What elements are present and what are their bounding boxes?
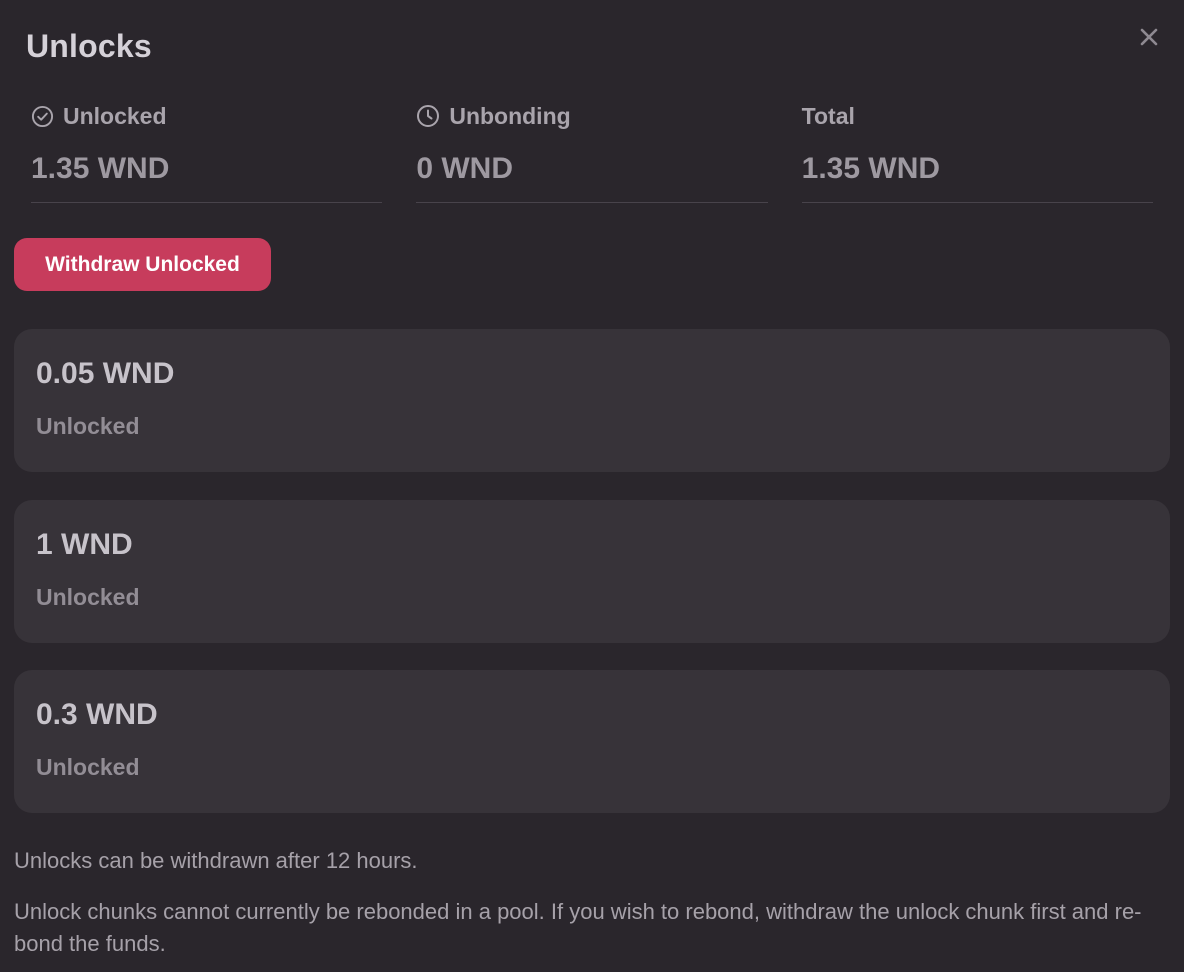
chunk-status: Unlocked <box>36 754 140 780</box>
stat-total: Total 1.35 WND <box>801 100 1153 203</box>
modal-title: Unlocks <box>26 28 152 64</box>
withdraw-unlocked-button[interactable]: Withdraw Unlocked <box>14 238 271 291</box>
close-icon <box>1140 28 1158 46</box>
close-button[interactable] <box>1134 22 1164 52</box>
withdraw-delay-note: Unlocks can be withdrawn after 12 hours. <box>14 848 418 873</box>
chunk-amount: 1 WND <box>36 528 133 561</box>
chunk-amount: 0.3 WND <box>36 698 158 731</box>
rebond-note: Unlock chunks cannot currently be rebond… <box>14 899 1142 956</box>
unlock-chunk: 0.05 WND Unlocked <box>14 329 1170 472</box>
stat-label: Unbonding <box>449 102 571 129</box>
unlock-chunk: 1 WND Unlocked <box>14 500 1170 643</box>
stat-label: Total <box>801 102 855 129</box>
stat-label: Unlocked <box>63 102 167 129</box>
stat-unbonding: Unbonding 0 WND <box>416 100 768 203</box>
stat-value: 0 WND <box>416 152 513 185</box>
stats-row: Unlocked 1.35 WND Unbonding 0 WND Total … <box>31 100 1153 203</box>
stat-unlocked: Unlocked 1.35 WND <box>31 100 383 203</box>
chunk-status: Unlocked <box>36 584 140 610</box>
stat-value: 1.35 WND <box>801 152 941 185</box>
clock-icon <box>417 105 440 127</box>
chunk-status: Unlocked <box>36 413 140 439</box>
unlock-chunk: 0.3 WND Unlocked <box>14 670 1170 813</box>
check-circle-icon <box>31 105 54 127</box>
stat-value: 1.35 WND <box>31 152 170 185</box>
chunk-amount: 0.05 WND <box>36 357 175 390</box>
